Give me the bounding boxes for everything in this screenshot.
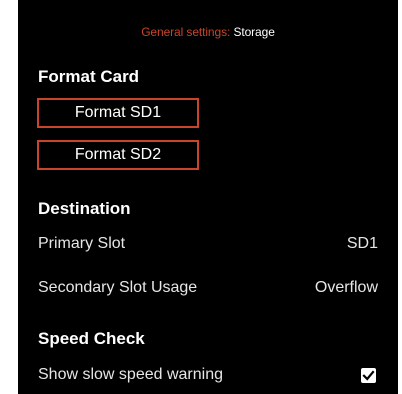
slow-speed-warning-label: Show slow speed warning	[38, 366, 223, 383]
checkmark-icon	[362, 369, 375, 381]
speed-check-heading: Speed Check	[38, 329, 145, 348]
format-sd2-button[interactable]: Format SD2	[37, 140, 199, 170]
breadcrumb: General settings: Storage	[18, 25, 398, 39]
format-sd1-button[interactable]: Format SD1	[37, 98, 199, 128]
slow-speed-warning-row[interactable]: Show slow speed warning	[38, 363, 378, 387]
destination-heading: Destination	[38, 199, 131, 218]
breadcrumb-current: Storage	[233, 25, 275, 39]
slow-speed-warning-checkbox[interactable]	[361, 367, 376, 383]
breadcrumb-parent[interactable]: General settings:	[141, 25, 233, 39]
primary-slot-label: Primary Slot	[38, 235, 126, 252]
format-card-heading: Format Card	[38, 67, 140, 86]
primary-slot-row[interactable]: Primary Slot SD1	[38, 232, 378, 256]
secondary-slot-usage-label: Secondary Slot Usage	[38, 279, 198, 296]
secondary-slot-usage-row[interactable]: Secondary Slot Usage Overflow	[38, 276, 378, 300]
secondary-slot-usage-value[interactable]: Overflow	[315, 279, 378, 297]
storage-settings-panel: General settings: Storage Format Card Fo…	[18, 0, 398, 394]
primary-slot-value[interactable]: SD1	[347, 235, 378, 253]
